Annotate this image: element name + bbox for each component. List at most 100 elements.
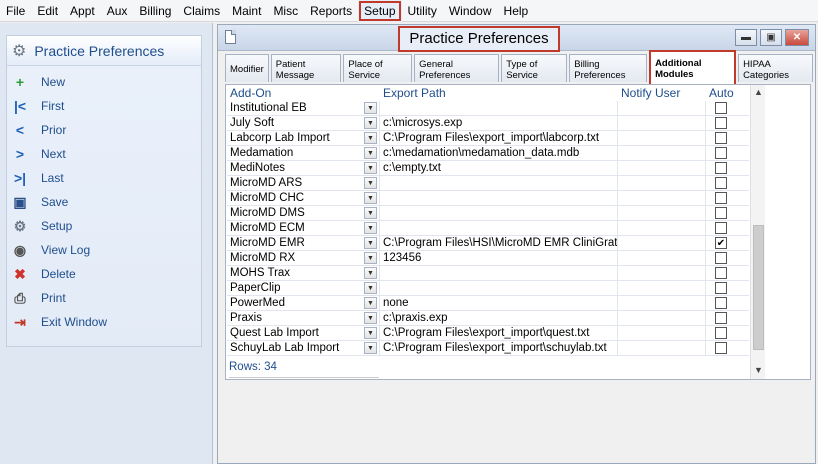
scroll-thumb[interactable]: [753, 225, 764, 350]
auto-checkbox[interactable]: [715, 177, 727, 189]
addon-cell[interactable]: MicroMD DMS ▼: [227, 205, 380, 221]
auto-checkbox[interactable]: [715, 147, 727, 159]
auto-checkbox[interactable]: [715, 102, 727, 114]
notify-user-cell[interactable]: [618, 205, 706, 221]
table-row[interactable]: MediNotes ▼ c:\empty.txt: [227, 160, 749, 176]
export-path-cell[interactable]: none: [380, 295, 618, 311]
table-row[interactable]: July Soft ▼ c:\microsys.exp: [227, 115, 749, 131]
addon-cell[interactable]: Medamation ▼: [227, 145, 380, 161]
menu-appt[interactable]: Appt: [64, 0, 101, 22]
chevron-down-icon[interactable]: ▼: [364, 342, 377, 354]
table-row[interactable]: SchuyLab Lab Import ▼ C:\Program Files\exp…: [227, 340, 749, 356]
action-view-log[interactable]: ◉ View Log: [7, 238, 201, 262]
notify-user-cell[interactable]: [618, 250, 706, 266]
table-row[interactable]: MOHS Trax ▼: [227, 265, 749, 281]
export-path-cell[interactable]: [380, 175, 618, 191]
export-path-cell[interactable]: c:\microsys.exp: [380, 115, 618, 131]
export-path-cell[interactable]: [380, 220, 618, 236]
action-save[interactable]: ▣ Save: [7, 190, 201, 214]
notify-user-cell[interactable]: [618, 145, 706, 161]
menu-reports[interactable]: Reports: [304, 0, 358, 22]
chevron-down-icon[interactable]: ▼: [364, 147, 377, 159]
addon-cell[interactable]: MicroMD ARS ▼: [227, 175, 380, 191]
notify-user-cell[interactable]: [618, 340, 706, 356]
tab-billing-preferences[interactable]: Billing Preferences: [569, 54, 648, 82]
menu-claims[interactable]: Claims: [177, 0, 226, 22]
export-path-cell[interactable]: c:\empty.txt: [380, 160, 618, 176]
tab-place-of-service[interactable]: Place of Service: [343, 54, 413, 82]
auto-checkbox[interactable]: [715, 207, 727, 219]
auto-checkbox[interactable]: [715, 252, 727, 264]
addon-cell[interactable]: Praxis ▼: [227, 310, 380, 326]
action-prior[interactable]: < Prior: [7, 118, 201, 142]
table-row[interactable]: Institutional EB ▼: [227, 100, 749, 116]
menu-maint[interactable]: Maint: [226, 0, 267, 22]
notify-user-cell[interactable]: [618, 100, 706, 116]
table-row[interactable]: PowerMed ▼ none: [227, 295, 749, 311]
auto-checkbox[interactable]: [715, 342, 727, 354]
export-path-cell[interactable]: [380, 190, 618, 206]
chevron-down-icon[interactable]: ▼: [364, 297, 377, 309]
action-last[interactable]: >| Last: [7, 166, 201, 190]
chevron-down-icon[interactable]: ▼: [364, 192, 377, 204]
chevron-down-icon[interactable]: ▼: [364, 222, 377, 234]
menu-setup[interactable]: Setup: [358, 0, 402, 22]
export-path-cell[interactable]: c:\medamation\medamation_data.mdb: [380, 145, 618, 161]
chevron-down-icon[interactable]: ▼: [364, 267, 377, 279]
auto-checkbox[interactable]: ✔: [715, 237, 727, 249]
notify-user-cell[interactable]: [618, 325, 706, 341]
notify-user-cell[interactable]: [618, 265, 706, 281]
minimize-button[interactable]: ▬: [735, 29, 757, 46]
tab-additional-modules[interactable]: Additional Modules: [649, 50, 737, 84]
menu-utility[interactable]: Utility: [402, 0, 443, 22]
action-exit-window[interactable]: ⇥ Exit Window: [7, 310, 201, 334]
menu-file[interactable]: File: [0, 0, 31, 22]
notify-user-cell[interactable]: [618, 235, 706, 251]
export-path-cell[interactable]: [380, 280, 618, 296]
addon-cell[interactable]: Institutional EB ▼: [227, 100, 380, 116]
scroll-up-icon[interactable]: ▲: [751, 85, 766, 100]
notify-user-cell[interactable]: [618, 280, 706, 296]
action-next[interactable]: > Next: [7, 142, 201, 166]
notify-user-cell[interactable]: [618, 160, 706, 176]
export-path-cell[interactable]: [380, 265, 618, 281]
chevron-down-icon[interactable]: ▼: [364, 117, 377, 129]
table-row[interactable]: Quest Lab Import ▼ C:\Program Files\export…: [227, 325, 749, 341]
tab-type-of-service[interactable]: Type of Service: [501, 54, 568, 82]
chevron-down-icon[interactable]: ▼: [364, 252, 377, 264]
auto-checkbox[interactable]: [715, 327, 727, 339]
addon-cell[interactable]: MicroMD CHC ▼: [227, 190, 380, 206]
export-path-cell[interactable]: 123456: [380, 250, 618, 266]
auto-checkbox[interactable]: [715, 192, 727, 204]
addon-cell[interactable]: July Soft ▼: [227, 115, 380, 131]
export-path-cell[interactable]: C:\Program Files\export_import\schuylab.…: [380, 340, 618, 356]
column-header-addon[interactable]: Add-On: [227, 86, 380, 101]
auto-checkbox[interactable]: [715, 162, 727, 174]
table-row[interactable]: PaperClip ▼: [227, 280, 749, 296]
tab-modifier[interactable]: Modifier: [225, 54, 269, 82]
auto-checkbox[interactable]: [715, 117, 727, 129]
close-button[interactable]: ✕: [785, 29, 809, 46]
addon-cell[interactable]: MicroMD ECM ▼: [227, 220, 380, 236]
table-row[interactable]: MicroMD ECM ▼: [227, 220, 749, 236]
auto-checkbox[interactable]: [715, 222, 727, 234]
notify-user-cell[interactable]: [618, 295, 706, 311]
scroll-down-icon[interactable]: ▼: [751, 363, 766, 378]
table-row[interactable]: MicroMD DMS ▼: [227, 205, 749, 221]
tab-patient-message[interactable]: Patient Message: [270, 54, 342, 82]
table-row[interactable]: MicroMD ARS ▼: [227, 175, 749, 191]
export-path-cell[interactable]: C:\Program Files\HSI\MicroMD EMR CliniGr…: [380, 235, 618, 251]
notify-user-cell[interactable]: [618, 220, 706, 236]
chevron-down-icon[interactable]: ▼: [364, 132, 377, 144]
addon-cell[interactable]: PaperClip ▼: [227, 280, 380, 296]
action-new[interactable]: + New: [7, 70, 201, 94]
table-row[interactable]: MicroMD CHC ▼: [227, 190, 749, 206]
auto-checkbox[interactable]: [715, 297, 727, 309]
chevron-down-icon[interactable]: ▼: [364, 177, 377, 189]
chevron-down-icon[interactable]: ▼: [364, 327, 377, 339]
export-path-cell[interactable]: [380, 205, 618, 221]
table-row[interactable]: MicroMD EMR ▼ C:\Program Files\HSI\MicroMD…: [227, 235, 749, 251]
addon-cell[interactable]: Labcorp Lab Import ▼: [227, 130, 380, 146]
export-path-cell[interactable]: C:\Program Files\export_import\labcorp.t…: [380, 130, 618, 146]
auto-checkbox[interactable]: [715, 132, 727, 144]
